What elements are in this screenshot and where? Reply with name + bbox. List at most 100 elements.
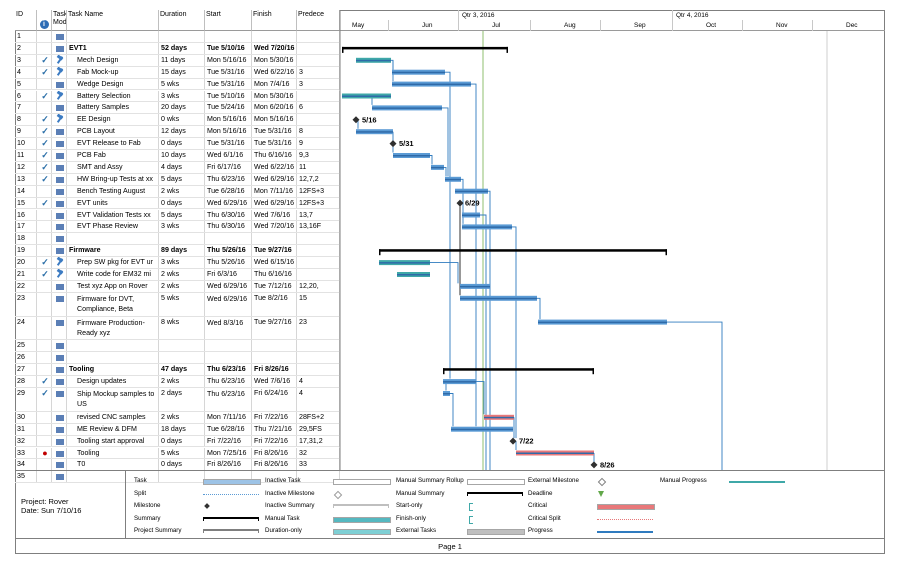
project-date: Date: Sun 7/10/16 xyxy=(21,506,82,515)
milestone-label: 5/31 xyxy=(399,139,414,148)
legend-sample xyxy=(467,529,525,535)
dependency-link xyxy=(450,393,454,427)
milestone-marker xyxy=(590,461,598,469)
progress-line xyxy=(393,155,430,157)
legend-sample xyxy=(203,516,259,521)
progress-line xyxy=(356,131,393,133)
progress-line xyxy=(372,107,442,109)
legend-label: Inactive Task xyxy=(265,477,301,484)
legend-label: Summary xyxy=(134,514,161,522)
legend-sample xyxy=(467,491,523,496)
progress-line xyxy=(445,178,461,181)
progress-line xyxy=(462,214,480,216)
summary-bar-end xyxy=(379,249,381,256)
legend-label: Manual Summary xyxy=(396,489,445,497)
progress-line xyxy=(484,416,514,419)
progress-line xyxy=(460,297,537,300)
legend-label: Inactive Milestone xyxy=(265,489,315,497)
summary-bar-end xyxy=(443,368,445,375)
milestone-marker xyxy=(456,199,464,207)
summary-bar-end xyxy=(506,46,508,53)
legend-label: Inactive Summary xyxy=(265,502,315,509)
progress-line xyxy=(356,59,391,62)
milestone-marker xyxy=(389,140,397,148)
dependency-link xyxy=(667,321,723,470)
legend-label: Deadline xyxy=(528,489,553,497)
legend-sample xyxy=(597,518,653,520)
summary-bar xyxy=(342,46,508,50)
progress-line xyxy=(538,321,667,324)
legend-label: Manual Summary Rollup xyxy=(396,477,464,484)
dependency-link xyxy=(537,297,541,320)
legend-label: Progress xyxy=(528,527,553,534)
dependency-link xyxy=(430,155,433,165)
legend-sample xyxy=(469,503,473,511)
legend-sample xyxy=(204,503,210,509)
progress-line xyxy=(460,285,490,288)
summary-bar-end xyxy=(592,368,594,375)
legend-sample xyxy=(467,479,525,485)
legend-divider xyxy=(125,471,126,539)
summary-bar-end xyxy=(342,46,344,53)
milestone-marker xyxy=(352,116,360,124)
legend-sample xyxy=(203,479,261,485)
summary-bar-end xyxy=(665,249,667,256)
legend-label: Critical xyxy=(528,502,547,509)
progress-line xyxy=(451,428,513,431)
progress-line xyxy=(397,274,430,276)
progress-line xyxy=(392,83,471,86)
progress-line xyxy=(342,95,391,97)
legend-label: Manual Task xyxy=(265,514,300,522)
legend-sample xyxy=(333,516,391,523)
progress-line xyxy=(455,190,488,193)
milestone-label: 7/22 xyxy=(519,437,534,446)
legend-sample xyxy=(333,479,391,485)
legend-label: Duration-only xyxy=(265,527,302,534)
dependency-link xyxy=(444,166,447,177)
legend-sample xyxy=(333,529,391,535)
legend-label: Critical Split xyxy=(528,514,561,522)
legend-label: Start-only xyxy=(396,502,423,509)
legend-sample xyxy=(333,504,389,508)
milestone-label: 5/16 xyxy=(362,115,377,124)
progress-line xyxy=(516,452,594,454)
legend-label: Milestone xyxy=(134,502,161,509)
progress-line xyxy=(462,226,512,228)
legend-label: Finish-only xyxy=(396,514,426,522)
progress-line xyxy=(431,166,444,169)
legend-label: Split xyxy=(134,489,147,497)
dependency-link xyxy=(471,83,477,427)
page-number: Page 1 xyxy=(438,542,462,551)
project-name: Project: Rover xyxy=(21,497,69,506)
legend-sample xyxy=(469,515,473,524)
legend-sample xyxy=(203,493,259,495)
legend-sample xyxy=(597,504,655,510)
legend-sample xyxy=(203,529,259,533)
dependency-link xyxy=(430,262,459,284)
progress-line xyxy=(443,393,450,395)
dependency-links xyxy=(357,59,723,470)
page-footer: Page 1 xyxy=(15,538,885,555)
progress-line xyxy=(392,71,445,74)
progress-line xyxy=(379,262,430,264)
dependency-link xyxy=(445,71,451,379)
legend-sample xyxy=(597,531,653,533)
legend-sample xyxy=(597,477,607,487)
milestone-label: 8/26 xyxy=(600,460,615,469)
legend-sample xyxy=(729,481,785,483)
legend-label: Manual Progress xyxy=(660,477,707,484)
milestone-marker xyxy=(509,437,517,445)
legend-label: External Milestone xyxy=(528,477,579,484)
legend-label: Project Summary xyxy=(134,527,182,534)
dependency-link xyxy=(512,226,517,439)
legend-sample xyxy=(333,490,343,499)
legend: Project: Rover Date: Sun 7/10/16 Task Spl… xyxy=(15,470,885,539)
legend-label: Task xyxy=(134,477,147,484)
gantt-bars xyxy=(342,46,667,469)
legend-label: External Tasks xyxy=(396,527,437,534)
project-info: Project: Rover Date: Sun 7/10/16 xyxy=(21,497,81,515)
summary-bar xyxy=(379,249,667,252)
legend-sample xyxy=(598,490,604,497)
milestone-label: 6/29 xyxy=(465,199,480,208)
progress-line xyxy=(443,381,476,383)
